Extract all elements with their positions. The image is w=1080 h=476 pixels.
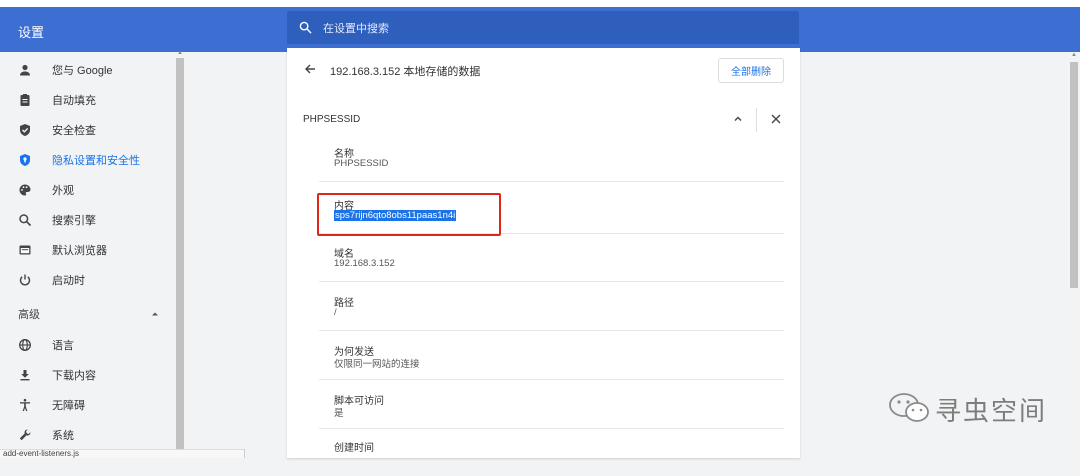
sidebar: 您与 Google 自动填充 安全检查 隐私设置和安全性 外观 搜索引擎 默认浏… [0, 52, 188, 458]
search-input[interactable]: 在设置中搜索 [323, 20, 389, 36]
search-icon [299, 21, 312, 34]
browser-icon [19, 245, 31, 255]
top-header: 设置 在设置中搜索 [0, 0, 1080, 52]
panel-header: 192.168.3.152 本地存储的数据 全部删除 [287, 48, 800, 90]
sidebar-item-accessibility[interactable]: 无障碍 [0, 390, 176, 420]
scroll-up-arrow[interactable]: ▲ [177, 50, 183, 56]
cookie-field-send-for: 为何发送 仅限同一网站的连接 [319, 332, 784, 380]
wrench-icon [19, 429, 31, 441]
watermark-text: 寻虫空间 [935, 396, 1048, 426]
sidebar-item-search-engine[interactable]: 搜索引擎 [0, 205, 176, 235]
field-value: / [334, 307, 337, 318]
sidebar-item-label: 您与 Google [52, 65, 113, 77]
status-bar: add-event-listeners.js [0, 449, 245, 458]
cookie-field-created: 创建时间 [319, 428, 784, 476]
sidebar-item-label: 系统 [52, 430, 74, 442]
divider [756, 108, 757, 132]
scroll-up-arrow[interactable]: ▲ [1071, 52, 1077, 58]
sidebar-item-label: 启动时 [52, 275, 85, 287]
search-icon [19, 214, 32, 227]
cookie-field-domain: 域名 192.168.3.152 [319, 234, 784, 282]
delete-all-button[interactable]: 全部删除 [718, 58, 784, 83]
cookie-field-path: 路径 / [319, 283, 784, 331]
back-arrow-icon[interactable] [303, 62, 317, 76]
cookie-name: PHPSESSID [303, 114, 361, 125]
sidebar-item-label: 隐私设置和安全性 [52, 155, 140, 167]
chevron-up-icon[interactable] [732, 113, 744, 125]
watermark: 寻虫空间 [885, 388, 1050, 428]
wechat-logo-icon [889, 393, 929, 422]
advanced-section-toggle[interactable]: 高级 [0, 299, 176, 329]
privacy-shield-icon [20, 154, 30, 166]
field-value: 仅限同一网站的连接 [334, 359, 420, 370]
sidebar-item-label: 默认浏览器 [52, 245, 107, 257]
cookie-field-script-access: 脚本可访问 是 [319, 381, 784, 429]
accessibility-icon [20, 398, 30, 411]
site-data-panel: 192.168.3.152 本地存储的数据 全部删除 PHPSESSID 名称 … [287, 48, 800, 458]
sidebar-item-on-startup[interactable]: 启动时 [0, 265, 176, 295]
sidebar-item-label: 自动填充 [52, 95, 96, 107]
highlight-box [317, 193, 501, 236]
field-label: 路径 [334, 298, 354, 309]
close-icon[interactable] [769, 112, 783, 126]
cookie-field-name: 名称 PHPSESSID [319, 134, 784, 182]
sidebar-item-label: 搜索引擎 [52, 215, 96, 227]
sidebar-item-label: 无障碍 [52, 400, 85, 412]
sidebar-item-you-and-google[interactable]: 您与 Google [0, 55, 176, 85]
globe-icon [19, 339, 31, 351]
page-title: 192.168.3.152 本地存储的数据 [330, 66, 481, 78]
sidebar-item-label: 语言 [52, 340, 74, 352]
sidebar-item-label: 安全检查 [52, 125, 96, 137]
chevron-up-icon [152, 312, 158, 316]
field-value: PHPSESSID [334, 158, 389, 169]
sidebar-item-safety-check[interactable]: 安全检查 [0, 115, 176, 145]
cookie-header: PHPSESSID [287, 102, 800, 138]
field-label: 创建时间 [334, 443, 374, 454]
page-scrollbar[interactable] [1070, 62, 1078, 288]
sidebar-item-downloads[interactable]: 下载内容 [0, 360, 176, 390]
sidebar-scrollbar[interactable] [176, 58, 184, 458]
advanced-label: 高级 [18, 309, 40, 321]
palette-icon [19, 184, 31, 196]
sidebar-item-label: 下载内容 [52, 370, 96, 382]
shield-check-icon [20, 124, 30, 136]
sidebar-item-default-browser[interactable]: 默认浏览器 [0, 235, 176, 265]
sidebar-item-label: 外观 [52, 185, 74, 197]
download-icon [20, 370, 30, 381]
sidebar-item-appearance[interactable]: 外观 [0, 175, 176, 205]
app-title: 设置 [18, 25, 45, 40]
search-box[interactable]: 在设置中搜索 [287, 11, 799, 44]
power-icon [19, 274, 31, 286]
sidebar-item-privacy[interactable]: 隐私设置和安全性 [0, 145, 176, 175]
field-value: 是 [334, 408, 344, 419]
sidebar-item-languages[interactable]: 语言 [0, 330, 176, 360]
clipboard-icon [20, 94, 30, 106]
person-icon [20, 64, 30, 76]
sidebar-item-system[interactable]: 系统 [0, 420, 176, 450]
field-value: 192.168.3.152 [334, 258, 395, 269]
status-text: add-event-listeners.js [3, 449, 80, 458]
sidebar-item-autofill[interactable]: 自动填充 [0, 85, 176, 115]
